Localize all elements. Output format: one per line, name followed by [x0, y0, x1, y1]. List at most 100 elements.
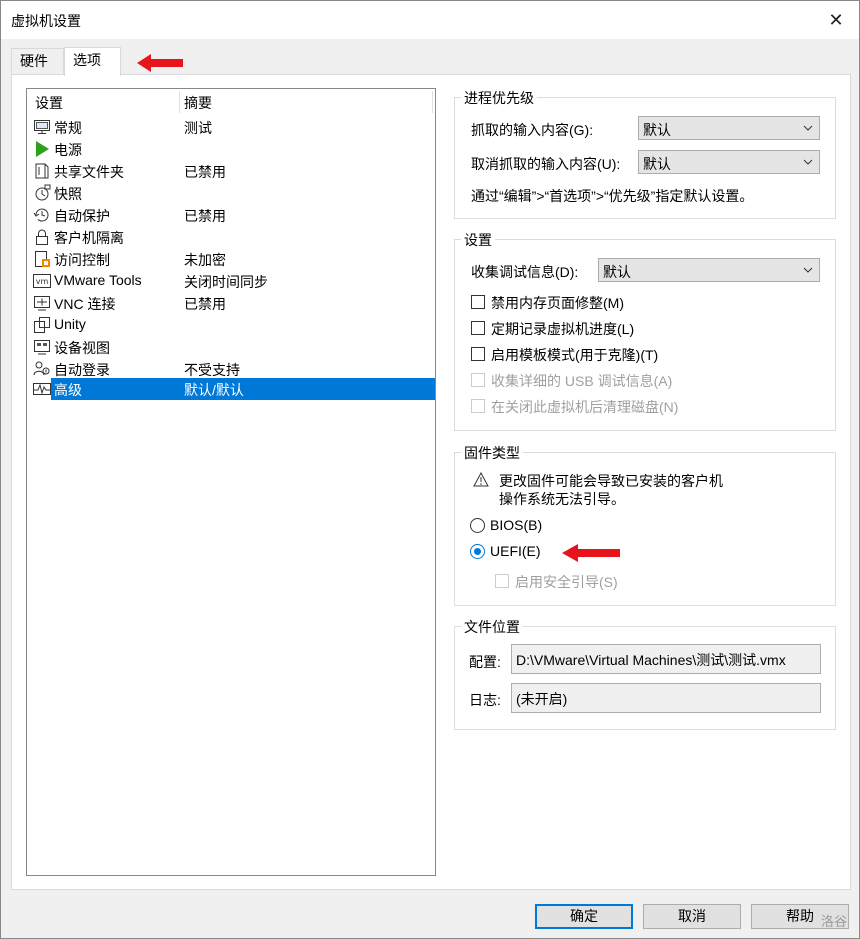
ungrab-input-label: 取消抓取的输入内容(U): — [471, 156, 621, 172]
list-item-vmware-tools[interactable]: vm VMware Tools 关闭时间同步 — [27, 270, 435, 292]
item-name: VNC 连接 — [54, 296, 116, 312]
header-separator[interactable] — [432, 91, 433, 113]
close-button[interactable]: ✕ — [813, 1, 859, 39]
item-name: 高级 — [54, 382, 82, 398]
chevron-down-icon — [803, 125, 813, 131]
access-control-icon — [35, 251, 50, 267]
item-name: 设备视图 — [54, 340, 110, 356]
log-progress-label[interactable]: 定期记录虚拟机进度(L) — [491, 319, 634, 339]
item-name: 客户机隔离 — [54, 230, 124, 246]
list-item-access-control[interactable]: 访问控制 未加密 — [27, 248, 435, 270]
process-priority-group: 进程优先级 抓取的输入内容(G): 默认 取消抓取的输入内容(U): 默认 通过… — [454, 88, 836, 219]
ok-button[interactable]: 确定 — [535, 904, 633, 929]
log-path-value: (未开启) — [516, 691, 568, 707]
device-view-icon — [34, 340, 50, 355]
secure-boot-checkbox — [495, 574, 509, 588]
list-item-power[interactable]: 电源 — [27, 138, 435, 160]
item-summary: 不受支持 — [184, 362, 240, 378]
priority-hint: 通过“编辑”>“首选项”>“优先级”指定默认设置。 — [471, 188, 754, 204]
annotation-arrow-icon — [137, 54, 183, 72]
uefi-radio[interactable] — [470, 544, 485, 559]
log-progress-checkbox[interactable] — [471, 321, 485, 335]
svg-text:vm: vm — [36, 277, 49, 286]
watermark: 洛谷 — [820, 914, 847, 929]
select-value: 默认 — [643, 122, 671, 138]
item-name: 快照 — [54, 186, 82, 202]
list-item-vnc[interactable]: VNC 连接 已禁用 — [27, 292, 435, 314]
usb-debug-label: 收集详细的 USB 调试信息(A) — [491, 373, 673, 389]
item-name: 访问控制 — [54, 252, 110, 268]
debug-info-select[interactable]: 默认 — [598, 258, 820, 282]
list-item-autologin[interactable]: 自动登录 不受支持 — [27, 358, 435, 380]
group-title: 设置 — [461, 230, 495, 250]
disable-memory-trimming-label[interactable]: 禁用内存页面修整(M) — [491, 293, 624, 313]
list-item-advanced[interactable]: 高级 默认/默认 — [27, 378, 435, 400]
chevron-down-icon — [803, 159, 813, 165]
list-item-autoprotect[interactable]: 自动保护 已禁用 — [27, 204, 435, 226]
warning-icon — [473, 472, 489, 487]
header-separator[interactable] — [179, 91, 180, 113]
settings-group: 设置 收集调试信息(D): 默认 禁用内存页面修整(M) 定期记录虚拟机进度(L… — [454, 230, 836, 431]
item-name: 自动保护 — [54, 208, 110, 224]
list-item-shared-folders[interactable]: 共享文件夹 已禁用 — [27, 160, 435, 182]
firmware-warning-line2: 操作系统无法引导。 — [499, 491, 625, 507]
settings-list[interactable]: 设置 摘要 常规 测试 电源 共享文件夹 已禁用 快照 自动保护 已禁用 客户机… — [26, 88, 436, 876]
annotation-arrow-icon — [562, 544, 620, 562]
clock-icon — [33, 208, 49, 222]
clean-disk-checkbox — [471, 399, 485, 413]
header-setting[interactable]: 设置 — [35, 93, 63, 113]
item-summary: 已禁用 — [184, 296, 226, 312]
group-title: 固件类型 — [461, 443, 523, 463]
group-title: 文件位置 — [461, 617, 523, 637]
play-icon — [36, 141, 49, 157]
item-summary: 测试 — [184, 120, 212, 136]
select-value: 默认 — [603, 264, 631, 280]
users-icon — [33, 361, 50, 376]
list-item-unity[interactable]: Unity — [27, 314, 435, 336]
tab-options[interactable]: 选项 — [64, 47, 121, 76]
uefi-label[interactable]: UEFI(E) — [490, 543, 541, 559]
ungrab-input-select[interactable]: 默认 — [638, 150, 820, 174]
template-mode-label[interactable]: 启用模板模式(用于克隆)(T) — [491, 345, 658, 365]
cancel-button[interactable]: 取消 — [643, 904, 741, 929]
item-summary: 未加密 — [184, 252, 226, 268]
config-path-value: D:\VMware\Virtual Machines\测试\测试.vmx — [516, 652, 786, 668]
bios-label[interactable]: BIOS(B) — [490, 517, 542, 533]
secure-boot-label: 启用安全引导(S) — [515, 574, 618, 590]
item-summary: 已禁用 — [184, 208, 226, 224]
folder-share-icon — [35, 163, 49, 179]
item-name: 电源 — [54, 142, 82, 158]
item-name: Unity — [54, 316, 86, 332]
item-name: VMware Tools — [54, 272, 142, 288]
header-summary[interactable]: 摘要 — [184, 93, 212, 113]
config-path-field[interactable]: D:\VMware\Virtual Machines\测试\测试.vmx — [511, 644, 821, 674]
list-item-snapshots[interactable]: 快照 — [27, 182, 435, 204]
select-value: 默认 — [643, 156, 671, 172]
vm-settings-window: 虚拟机设置 ✕ 硬件 选项 设置 摘要 常规 测试 电源 共享文件夹 已禁用 快… — [0, 0, 860, 939]
disable-memory-trimming-checkbox[interactable] — [471, 295, 485, 309]
item-summary: 关闭时间同步 — [184, 274, 268, 290]
list-item-guest-isolation[interactable]: 客户机隔离 — [27, 226, 435, 248]
template-mode-checkbox[interactable] — [471, 347, 485, 361]
snapshot-icon — [35, 184, 51, 201]
lock-icon — [36, 229, 48, 245]
vm-icon: vm — [33, 274, 51, 288]
firmware-group: 固件类型 更改固件可能会导致已安装的客户机 操作系统无法引导。 BIOS(B) … — [454, 443, 836, 606]
file-location-group: 文件位置 配置: D:\VMware\Virtual Machines\测试\测… — [454, 617, 836, 730]
list-item-device-view[interactable]: 设备视图 — [27, 336, 435, 358]
group-title: 进程优先级 — [461, 88, 537, 108]
log-path-field[interactable]: (未开启) — [511, 683, 821, 713]
grab-input-select[interactable]: 默认 — [638, 116, 820, 140]
firmware-warning-line1: 更改固件可能会导致已安装的客户机 — [499, 473, 723, 489]
list-header: 设置 摘要 — [27, 89, 435, 113]
bios-radio[interactable] — [470, 518, 485, 533]
tab-hardware[interactable]: 硬件 — [11, 48, 64, 74]
clean-disk-label: 在关闭此虚拟机后清理磁盘(N) — [491, 399, 679, 415]
vnc-icon — [34, 296, 50, 311]
title-bar: 虚拟机设置 ✕ — [1, 1, 859, 39]
monitor-icon — [34, 120, 50, 134]
list-item-general[interactable]: 常规 测试 — [27, 116, 435, 138]
unity-icon — [34, 317, 50, 333]
item-name: 共享文件夹 — [54, 164, 124, 180]
config-label: 配置: — [469, 654, 501, 670]
